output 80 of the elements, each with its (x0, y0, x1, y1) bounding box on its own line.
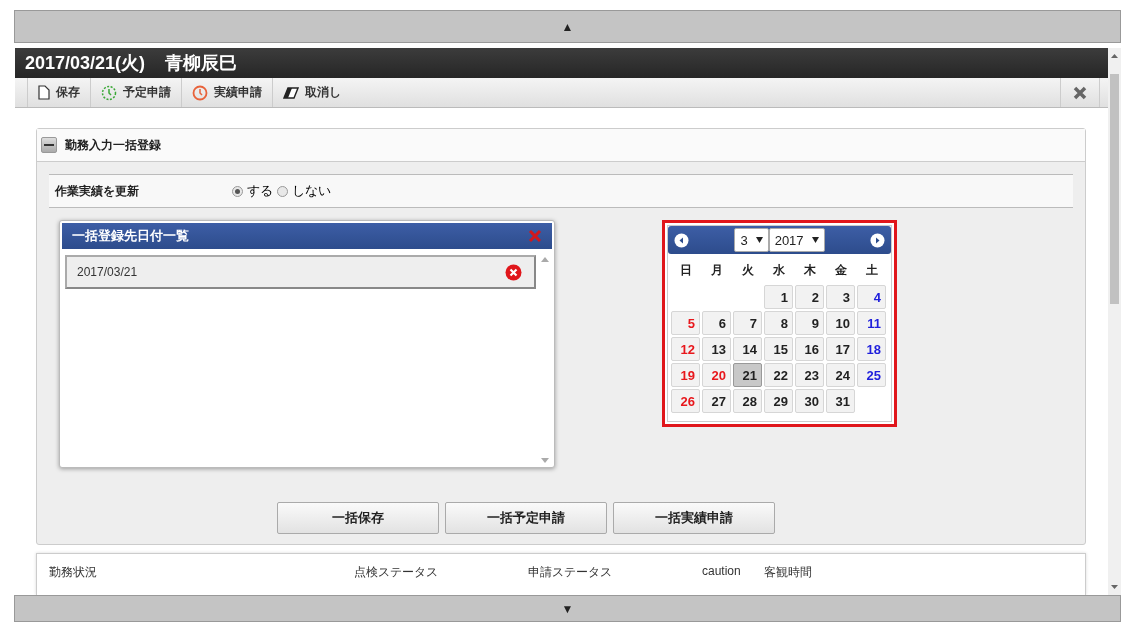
remove-icon[interactable] (505, 263, 522, 281)
calendar-day[interactable]: 9 (795, 311, 824, 335)
column-header: 勤務状況 (49, 564, 98, 581)
radio-button[interactable] (277, 185, 288, 197)
month-select[interactable]: 3 (734, 228, 769, 252)
weekday-header: 水 (771, 262, 786, 279)
clock-icon (192, 84, 208, 101)
calendar-day[interactable]: 20 (702, 363, 731, 387)
column-header: 点検ステータス (354, 564, 439, 581)
radio-button[interactable] (232, 185, 243, 197)
scroll-down-bar[interactable]: ▼ (14, 595, 1121, 622)
calendar-day[interactable]: 10 (826, 311, 855, 335)
calendar-day[interactable]: 11 (857, 311, 886, 335)
calendar-day[interactable]: 26 (671, 389, 700, 413)
previous-month-button[interactable] (674, 232, 689, 248)
weekday-header: 土 (864, 262, 879, 279)
calendar-day[interactable]: 18 (857, 337, 886, 361)
bulk-action-button[interactable]: 一括予定申請 (445, 502, 607, 534)
calendar-day[interactable]: 23 (795, 363, 824, 387)
scroll-down-icon[interactable] (1110, 583, 1119, 591)
calendar-day[interactable]: 15 (764, 337, 793, 361)
scrollbar[interactable] (1108, 48, 1121, 595)
dropdown-icon (811, 237, 819, 243)
window-title-name: 青柳辰巳 (165, 52, 238, 75)
scroll-up-bar[interactable]: ▲ (14, 10, 1121, 43)
calendar-day[interactable]: 5 (671, 311, 700, 335)
close-icon (1073, 85, 1087, 100)
date-list-item[interactable]: 2017/03/21 (65, 255, 536, 289)
calendar-day[interactable]: 27 (702, 389, 731, 413)
radio-option[interactable]: しない (275, 182, 333, 200)
eraser-icon (283, 86, 299, 99)
weekday-header: 火 (740, 262, 755, 279)
calendar-day[interactable]: 2 (795, 285, 824, 309)
dropdown-icon (755, 237, 763, 243)
weekday-header: 金 (833, 262, 848, 279)
toolbar-button[interactable]: 保存 (27, 78, 90, 107)
collapse-toggle[interactable] (41, 137, 57, 153)
calendar-day[interactable]: 13 (702, 337, 731, 361)
calendar-day[interactable]: 14 (733, 337, 762, 361)
section-title: 勤務入力一括登録 (65, 136, 161, 154)
calendar-day[interactable]: 22 (764, 363, 793, 387)
calendar-day[interactable]: 3 (826, 285, 855, 309)
calendar-day[interactable]: 8 (764, 311, 793, 335)
toolbar-button[interactable]: 予定申請 (90, 78, 181, 107)
calendar-day[interactable]: 16 (795, 337, 824, 361)
clock-icon (101, 84, 117, 101)
weekday-header: 木 (802, 262, 817, 279)
calendar-day[interactable]: 4 (857, 285, 886, 309)
calendar-day[interactable]: 28 (733, 389, 762, 413)
calendar-day[interactable]: 17 (826, 337, 855, 361)
weekday-header: 日 (678, 262, 693, 279)
next-month-button[interactable] (870, 232, 885, 248)
weekday-header: 月 (709, 262, 724, 279)
calendar-day[interactable]: 24 (826, 363, 855, 387)
scroll-up-icon[interactable] (1110, 52, 1119, 60)
dialog-title: 一括登録先日付一覧 (72, 227, 189, 245)
setting-label: 作業実績を更新 (55, 182, 140, 200)
calendar-day[interactable]: 31 (826, 389, 855, 413)
column-header: 客観時間 (764, 564, 813, 581)
bulk-action-button[interactable]: 一括実績申請 (613, 502, 775, 534)
calendar-day[interactable]: 1 (764, 285, 793, 309)
date-text: 2017/03/21 (77, 265, 138, 279)
calendar-day[interactable]: 30 (795, 389, 824, 413)
radio-option[interactable]: する (230, 182, 275, 200)
column-header: caution (702, 564, 742, 578)
calendar-day[interactable]: 21 (733, 363, 762, 387)
calendar-day[interactable]: 25 (857, 363, 886, 387)
calendar-day[interactable]: 12 (671, 337, 700, 361)
year-select[interactable]: 2017 (768, 228, 825, 252)
window-title-date: 2017/03/21(火) (25, 52, 146, 75)
column-header: 申請ステータス (528, 564, 613, 581)
calendar-day[interactable]: 7 (733, 311, 762, 335)
calendar-day[interactable]: 6 (702, 311, 731, 335)
toolbar-button[interactable]: 取消し (272, 78, 351, 107)
close-button[interactable] (1060, 78, 1100, 107)
toolbar-button[interactable]: 実績申請 (181, 78, 272, 107)
document-icon (38, 85, 50, 100)
calendar-day[interactable]: 19 (671, 363, 700, 387)
bulk-action-button[interactable]: 一括保存 (277, 502, 439, 534)
calendar-day[interactable]: 29 (764, 389, 793, 413)
